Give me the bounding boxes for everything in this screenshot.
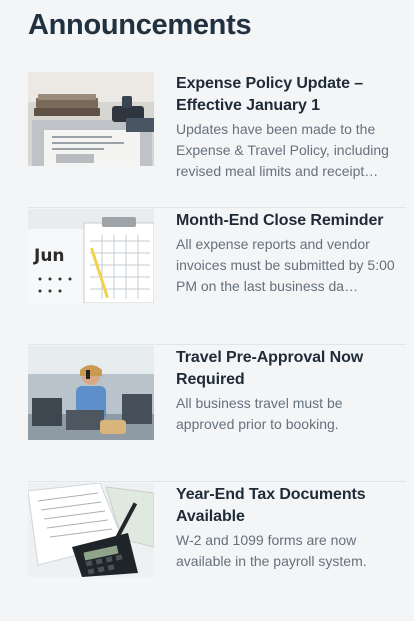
announcements-panel: Announcements Expense Policy Update – Ef…: [0, 0, 414, 621]
announcement-body: Updates have been made to the Expense & …: [176, 121, 389, 179]
announcement-title: Travel Pre-Approval Now Required: [176, 349, 364, 388]
svg-text:Jun: Jun: [33, 246, 65, 266]
announcement-item-expense-policy[interactable]: Expense Policy Update – Effective Januar…: [28, 71, 406, 208]
announcement-item-month-end[interactable]: Jun Month-End Close Reminder All expense…: [28, 208, 406, 345]
announcement-text: Travel Pre-Approval Now Required All bus…: [176, 345, 400, 435]
tax-forms-calculator-graphic: [28, 483, 154, 577]
announcement-list: Expense Policy Update – Effective Januar…: [28, 71, 406, 619]
page-title: Announcements: [28, 9, 252, 41]
announcement-title: Month-End Close Reminder: [176, 212, 384, 229]
announcement-text: Month-End Close Reminder All expense rep…: [176, 208, 400, 297]
announcement-item-year-end-tax[interactable]: Year-End Tax Documents Available W-2 and…: [28, 482, 406, 619]
announcement-title: Year-End Tax Documents Available: [176, 486, 366, 525]
announcement-body: All expense reports and vendor invoices …: [176, 236, 395, 294]
calendar-june-clipboard-image: Jun: [28, 209, 154, 303]
traveler-airport-phone-image: [28, 346, 154, 440]
announcement-item-travel-preapproval[interactable]: Travel Pre-Approval Now Required All bus…: [28, 345, 406, 482]
announcement-body: All business travel must be approved pri…: [176, 395, 343, 432]
announcement-body: W-2 and 1099 forms are now available in …: [176, 532, 367, 569]
office-desk-stamp-image: [28, 72, 154, 166]
announcement-text: Year-End Tax Documents Available W-2 and…: [176, 482, 400, 572]
announcement-text: Expense Policy Update – Effective Januar…: [176, 71, 400, 182]
announcement-title: Expense Policy Update – Effective Januar…: [176, 75, 364, 114]
calendar-june-clipboard-graphic: Jun: [28, 209, 154, 303]
traveler-airport-phone-graphic: [28, 346, 154, 440]
tax-forms-calculator-image: [28, 483, 154, 577]
office-desk-stamp-graphic: [28, 72, 154, 166]
